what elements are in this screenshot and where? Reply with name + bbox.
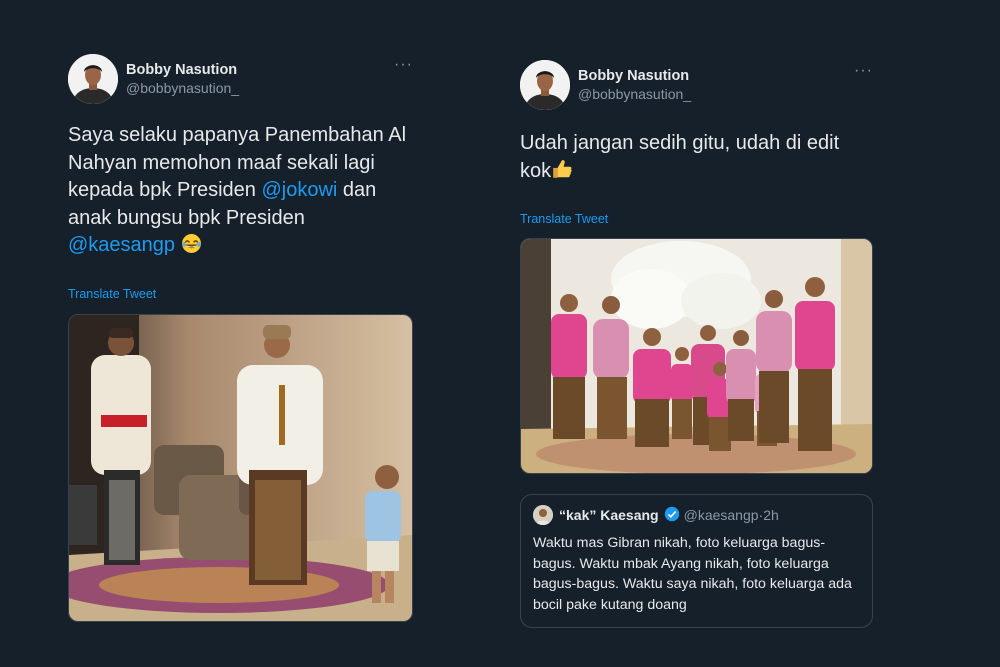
translate-tweet-link[interactable]: Translate Tweet — [68, 287, 413, 301]
quoted-display-name[interactable]: “kak” Kaesang — [559, 507, 659, 523]
thumbs-up-icon — [551, 158, 573, 189]
mention-link[interactable]: @jokowi — [261, 179, 337, 201]
timestamp[interactable]: 2h — [763, 507, 779, 523]
verified-badge-icon — [664, 506, 680, 525]
avatar[interactable] — [533, 505, 553, 525]
more-horizontal-icon[interactable]: ··· — [394, 57, 413, 73]
quoted-tweet-text: Waktu mas Gibran nikah, foto keluarga ba… — [533, 535, 852, 613]
tweet-photo[interactable] — [68, 313, 413, 622]
quoted-tweet-header: “kak” Kaesang @kaesangp · 2h — [533, 505, 860, 525]
tweet-header: Bobby Nasution @bobbynasution_ ··· — [520, 60, 873, 110]
more-horizontal-icon[interactable]: ··· — [854, 63, 873, 79]
tweet-header: Bobby Nasution @bobbynasution_ ··· — [68, 54, 413, 104]
laughing-emoji-icon — [181, 233, 202, 263]
avatar[interactable] — [520, 60, 570, 110]
quoted-user-handle[interactable]: @kaesangp — [684, 507, 759, 523]
translate-tweet-link[interactable]: Translate Tweet — [520, 212, 873, 226]
tweet-text: Udah jangan sedih gitu, udah di edit kok — [520, 130, 873, 188]
tweet-photo[interactable] — [520, 238, 873, 474]
quoted-tweet[interactable]: “kak” Kaesang @kaesangp · 2h Waktu mas G… — [520, 494, 873, 628]
display-name[interactable]: Bobby Nasution — [126, 61, 239, 79]
tweet-text: Saya selaku papanya Panembahan Al Nahyan… — [68, 122, 413, 263]
user-handle[interactable]: @bobbynasution_ — [126, 79, 239, 97]
tweet-left: Bobby Nasution @bobbynasution_ ··· Saya … — [68, 54, 413, 622]
mention-link[interactable]: @kaesangp — [68, 234, 175, 256]
avatar[interactable] — [68, 54, 118, 104]
user-handle[interactable]: @bobbynasution_ — [578, 85, 691, 103]
tweet-right: Bobby Nasution @bobbynasution_ ··· Udah … — [520, 60, 873, 628]
display-name[interactable]: Bobby Nasution — [578, 67, 691, 85]
